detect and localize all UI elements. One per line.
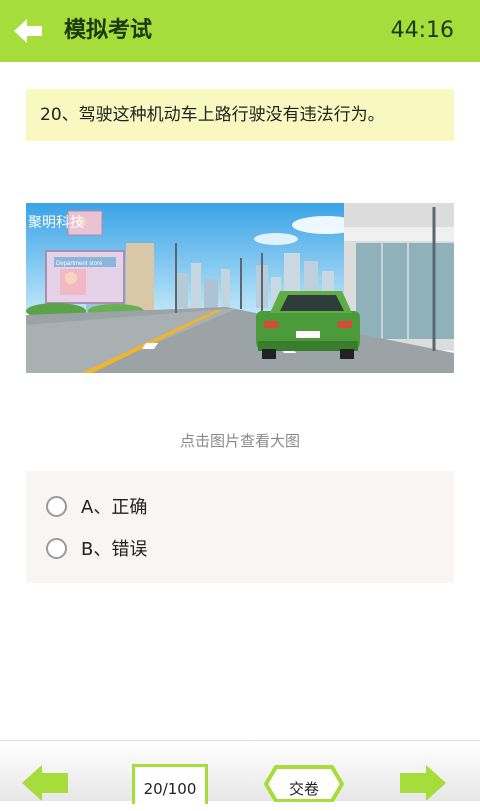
exam-timer: 44:16 (390, 18, 454, 43)
billboard-text: Department store (56, 261, 103, 267)
image-watermark: 聚明科技 (28, 214, 84, 230)
radio-icon[interactable] (46, 495, 67, 517)
submit-button[interactable]: 交卷 (263, 764, 345, 803)
question-counter[interactable]: 20/100 (132, 764, 208, 804)
image-hint: 点击图片查看大图 (179, 432, 300, 450)
top-bar: 模拟考试 44:16 (0, 0, 480, 62)
radio-icon[interactable] (46, 537, 67, 559)
option-a[interactable]: A、正确 (46, 489, 147, 523)
page-title: 模拟考试 (64, 18, 153, 43)
submit-label: 交卷 (288, 780, 319, 798)
answer-options: A、正确 B、错误 (26, 471, 454, 583)
question-image[interactable]: 聚明科技 Department store (26, 203, 454, 373)
prev-arrow-icon[interactable] (22, 765, 70, 801)
option-b[interactable]: B、错误 (46, 531, 147, 565)
next-arrow-icon[interactable] (398, 765, 446, 801)
option-b-label: B、错误 (81, 539, 148, 560)
option-a-label: A、正确 (81, 497, 148, 518)
bottom-bar (0, 740, 480, 801)
back-arrow-icon[interactable] (14, 17, 44, 45)
question-text: 20、驾驶这种机动车上路行驶没有违法行为。 (26, 89, 454, 141)
